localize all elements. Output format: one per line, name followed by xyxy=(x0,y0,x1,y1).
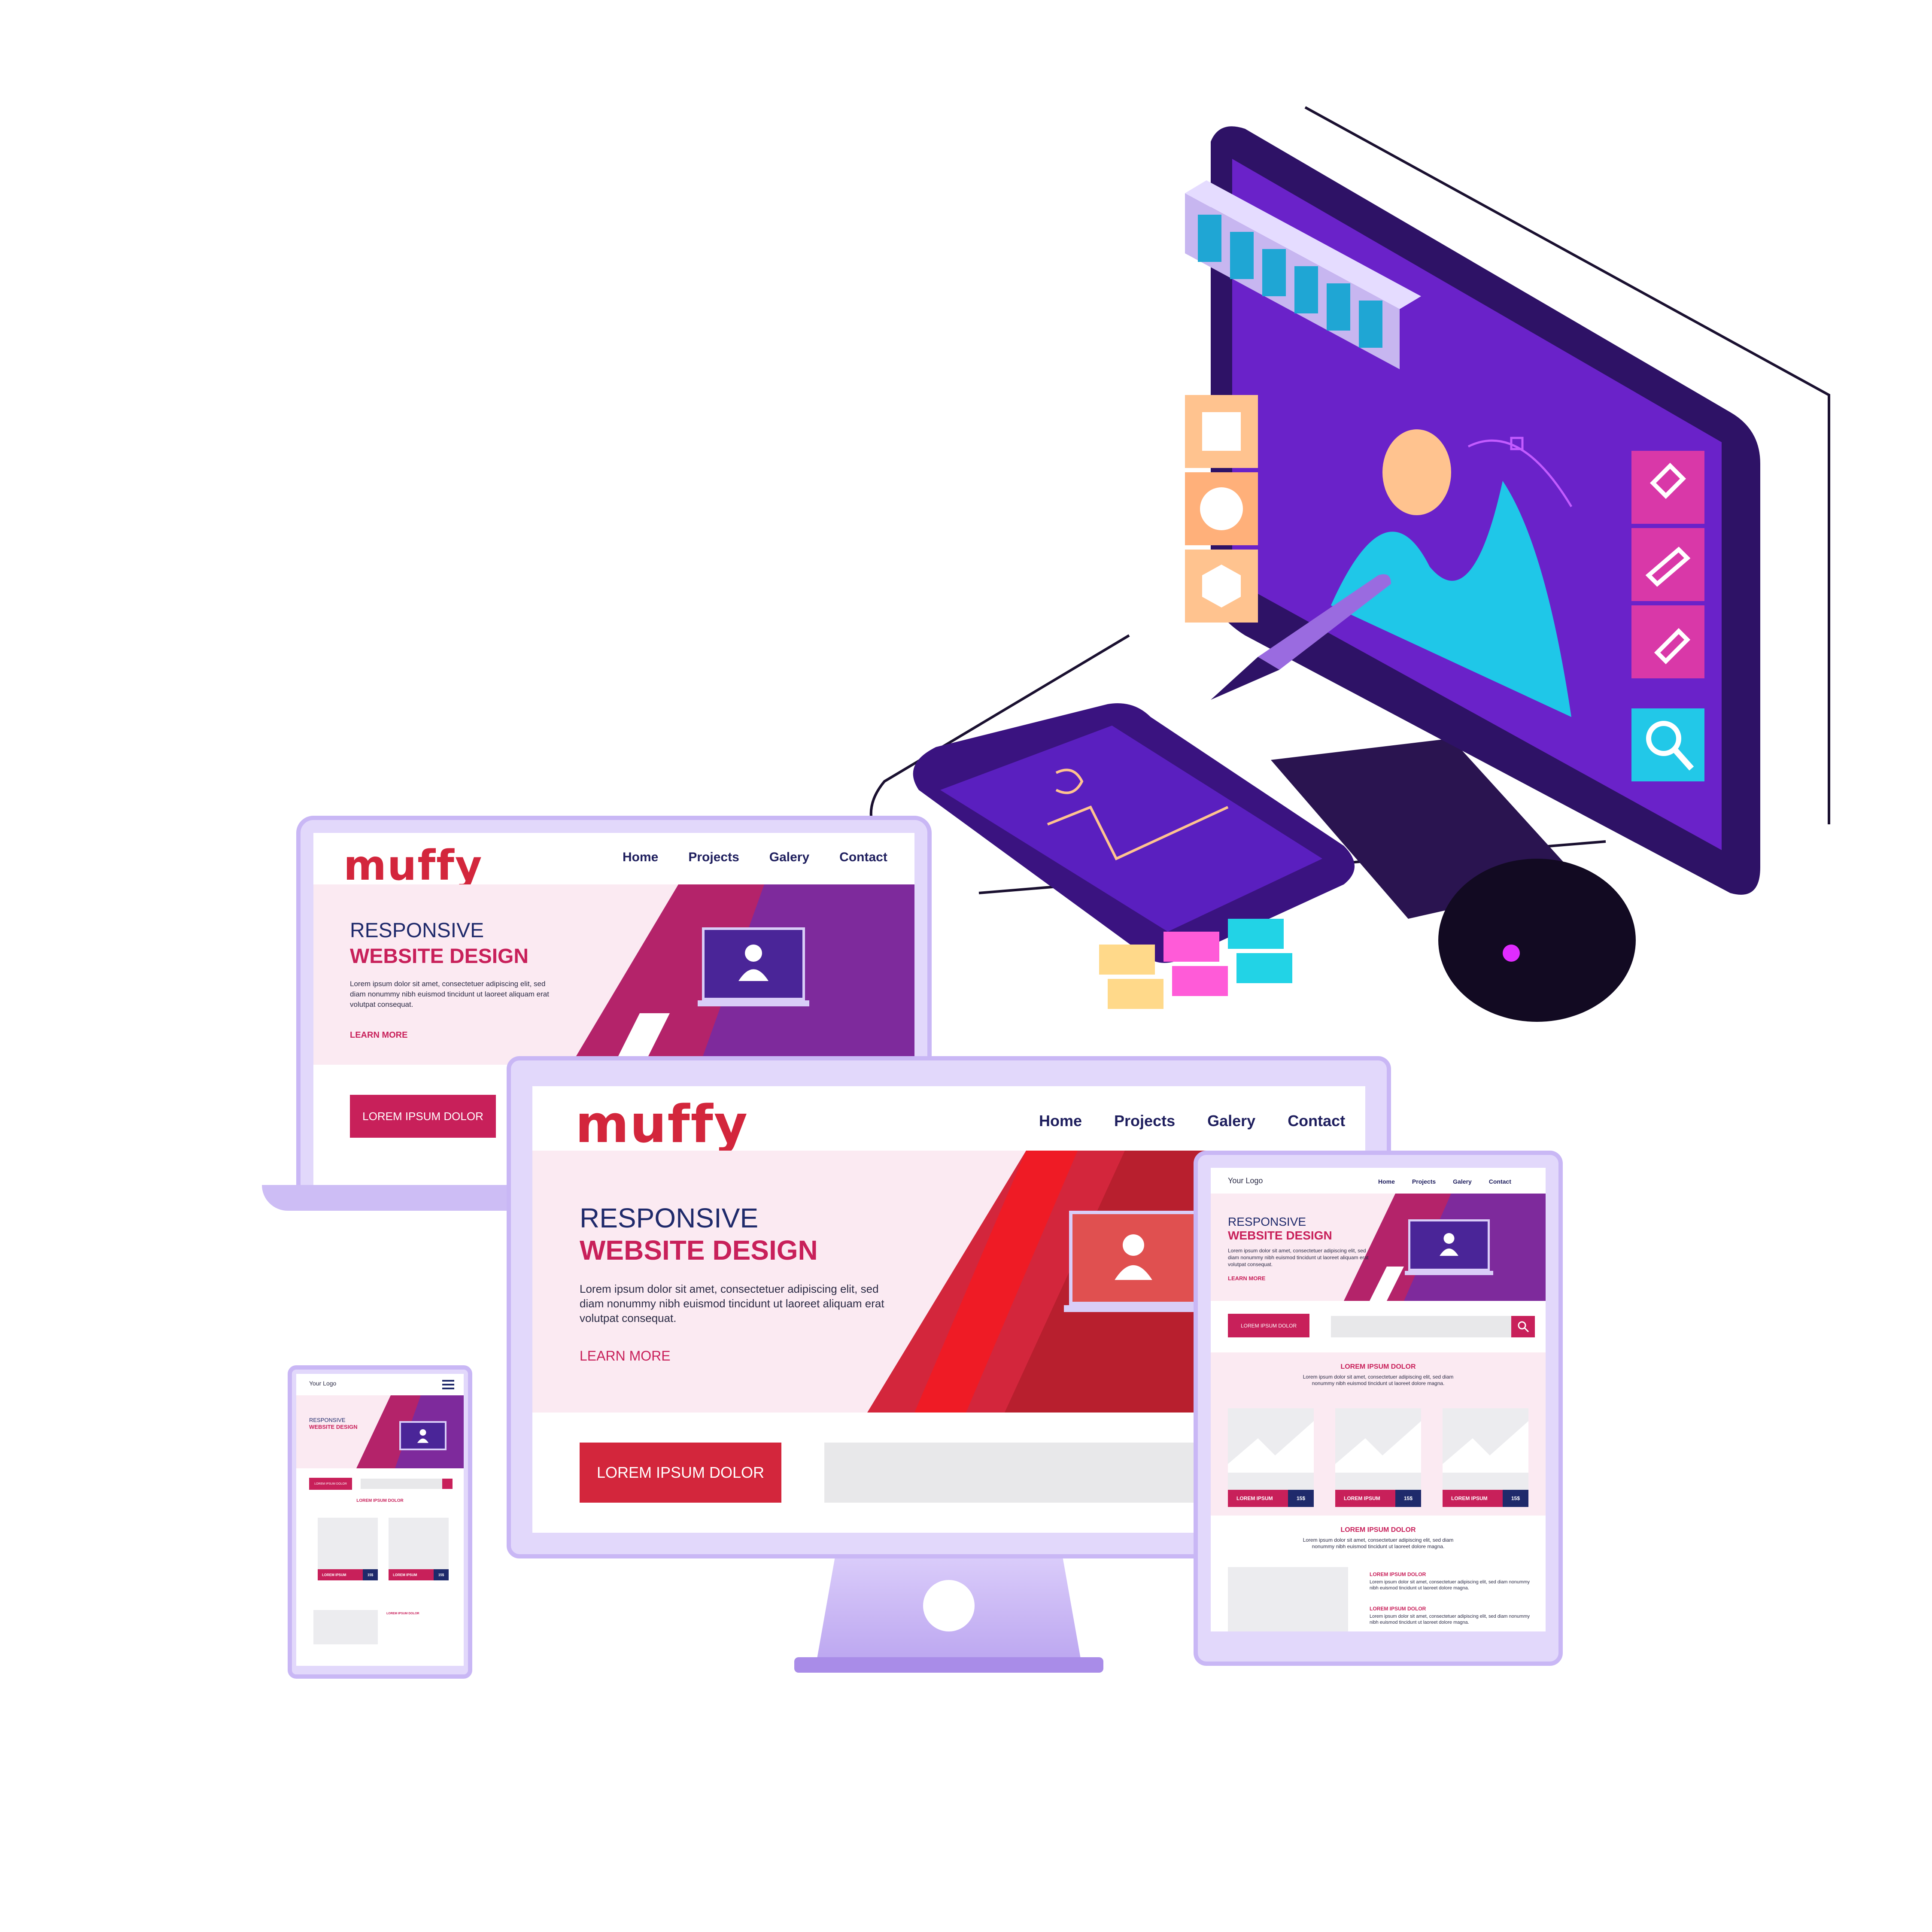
tool-blocks xyxy=(1631,451,1704,781)
phone-logo: Your Logo xyxy=(309,1380,337,1387)
laptop-nav: Home Projects Galery Contact xyxy=(623,850,887,865)
phone-hero-line1: RESPONSIVE xyxy=(309,1417,346,1423)
nav-home[interactable]: Home xyxy=(1039,1112,1082,1130)
hero-laptop-icon xyxy=(399,1421,447,1453)
hero-laptop-icon xyxy=(1405,1219,1493,1275)
nav-home[interactable]: Home xyxy=(623,850,658,865)
card-label: LOREM IPSUM xyxy=(389,1569,434,1580)
card-image-placeholders xyxy=(1228,1421,1528,1473)
nav-contact[interactable]: Contact xyxy=(1489,1178,1511,1185)
user-icon xyxy=(417,1429,429,1443)
pen-tool-icon xyxy=(1631,451,1704,524)
user-icon xyxy=(738,945,769,981)
desktop-learn-more[interactable]: LEARN MORE xyxy=(580,1348,671,1364)
laptop-cta-button[interactable]: LOREM IPSUM DOLOR xyxy=(350,1095,496,1138)
phone-cta-button[interactable]: LOREM IPSUM DOLOR xyxy=(309,1478,352,1490)
desktop-cta-button[interactable]: LOREM IPSUM DOLOR xyxy=(580,1443,781,1503)
tablet-logo: Your Logo xyxy=(1228,1176,1263,1185)
tablet-screen: Your Logo Home Projects Galery Contact R… xyxy=(1211,1168,1546,1631)
tablet-search-button[interactable] xyxy=(1511,1316,1535,1337)
article-title: LOREM IPSUM DOLOR xyxy=(386,1612,419,1615)
phone-search-input[interactable] xyxy=(361,1479,442,1489)
article-image xyxy=(313,1610,378,1644)
desktop-hero-line1: RESPONSIVE xyxy=(580,1203,759,1233)
user-icon xyxy=(1440,1233,1458,1256)
tablet-section2-title: LOREM IPSUM DOLOR xyxy=(1340,1526,1416,1534)
desktop-stand-hole xyxy=(923,1580,975,1631)
laptop-learn-more[interactable]: LEARN MORE xyxy=(350,1030,407,1040)
article-body: Lorem ipsum dolor sit amet, consectetuer… xyxy=(1370,1614,1530,1625)
tablet-hero-line2: WEBSITE DESIGN xyxy=(1228,1229,1332,1242)
desktop-search-bar[interactable] xyxy=(824,1443,1254,1503)
search-icon xyxy=(1518,1321,1529,1333)
laptop-logo: muffy xyxy=(343,841,483,890)
laptop-hero-line1: RESPONSIVE xyxy=(350,919,484,942)
product-card[interactable] xyxy=(389,1518,449,1569)
phone-section-title: LOREM IPSUM DOLOR xyxy=(356,1498,404,1503)
nav-contact[interactable]: Contact xyxy=(1288,1112,1345,1130)
phone-hero: RESPONSIVE WEBSITE DESIGN xyxy=(296,1395,464,1468)
card-label: LOREM IPSUM xyxy=(1443,1490,1503,1507)
card-price: 15$ xyxy=(363,1569,378,1580)
nav-home[interactable]: Home xyxy=(1378,1178,1395,1185)
laptop-hero-line2: WEBSITE DESIGN xyxy=(350,945,529,968)
nav-galery[interactable]: Galery xyxy=(1453,1178,1472,1185)
tablet-hero: RESPONSIVE WEBSITE DESIGN Lorem ipsum do… xyxy=(1211,1194,1546,1301)
nav-projects[interactable]: Projects xyxy=(1114,1112,1175,1130)
article-title: LOREM IPSUM DOLOR xyxy=(1370,1571,1426,1577)
tablet-cta-button[interactable]: LOREM IPSUM DOLOR xyxy=(1228,1314,1309,1337)
article-image xyxy=(1228,1567,1348,1631)
article-body: Lorem ipsum dolor sit amet, consectetuer… xyxy=(1370,1580,1530,1591)
card-label: LOREM IPSUM xyxy=(1228,1490,1288,1507)
desktop-hero-body: Lorem ipsum dolor sit amet, consectetuer… xyxy=(580,1282,884,1324)
desktop-logo: muffy xyxy=(575,1095,749,1154)
laptop-hero: RESPONSIVE WEBSITE DESIGN Lorem ipsum do… xyxy=(313,884,914,1065)
nav-galery[interactable]: Galery xyxy=(1207,1112,1255,1130)
shape-blocks xyxy=(1185,395,1258,623)
card-label: LOREM IPSUM xyxy=(318,1569,363,1580)
tablet-section-title: LOREM IPSUM DOLOR xyxy=(1340,1363,1416,1370)
card-price: 15$ xyxy=(1288,1490,1314,1507)
tablet-section2-body: Lorem ipsum dolor sit amet, consectetuer… xyxy=(1303,1537,1454,1549)
tablet-hero-line1: RESPONSIVE xyxy=(1228,1215,1306,1228)
phone-screen: Your Logo RESPONSIVE WEBSITE DESIGN LORE… xyxy=(296,1374,464,1666)
product-card[interactable] xyxy=(318,1518,378,1569)
magnifier-icon xyxy=(1631,708,1704,781)
card-price: 15$ xyxy=(1503,1490,1528,1507)
phone-hero-line2: WEBSITE DESIGN xyxy=(309,1424,358,1430)
menu-icon[interactable] xyxy=(442,1380,454,1389)
tablet-nav: Home Projects Galery Contact xyxy=(1378,1178,1511,1185)
nav-contact[interactable]: Contact xyxy=(839,850,887,865)
article-title: LOREM IPSUM DOLOR xyxy=(1370,1606,1426,1612)
pencil-icon xyxy=(1631,528,1704,601)
design-illustration xyxy=(869,106,1830,1022)
hero-laptop-icon xyxy=(698,927,809,1013)
card-label: LOREM IPSUM xyxy=(1335,1490,1395,1507)
desktop-stand-base xyxy=(794,1657,1103,1673)
tablet-learn-more[interactable]: LEARN MORE xyxy=(1228,1275,1265,1282)
tablet-hero-body: Lorem ipsum dolor sit amet, consectetuer… xyxy=(1228,1248,1369,1267)
user-icon xyxy=(1115,1234,1152,1280)
desktop-hero-line2: WEBSITE DESIGN xyxy=(580,1235,818,1266)
card-price: 15$ xyxy=(1395,1490,1421,1507)
card-price: 15$ xyxy=(434,1569,449,1580)
tablet-search-input[interactable] xyxy=(1331,1316,1511,1337)
tablet-section-body: Lorem ipsum dolor sit amet, consectetuer… xyxy=(1303,1374,1454,1386)
nav-projects[interactable]: Projects xyxy=(688,850,739,865)
phone-search-button[interactable] xyxy=(442,1479,453,1489)
nav-projects[interactable]: Projects xyxy=(1412,1178,1436,1185)
desktop-nav: Home Projects Galery Contact xyxy=(1039,1112,1345,1130)
nav-galery[interactable]: Galery xyxy=(769,850,809,865)
hero-laptop-icon xyxy=(1064,1211,1203,1318)
laptop-hero-body: Lorem ipsum dolor sit amet, consectetuer… xyxy=(350,980,549,1009)
